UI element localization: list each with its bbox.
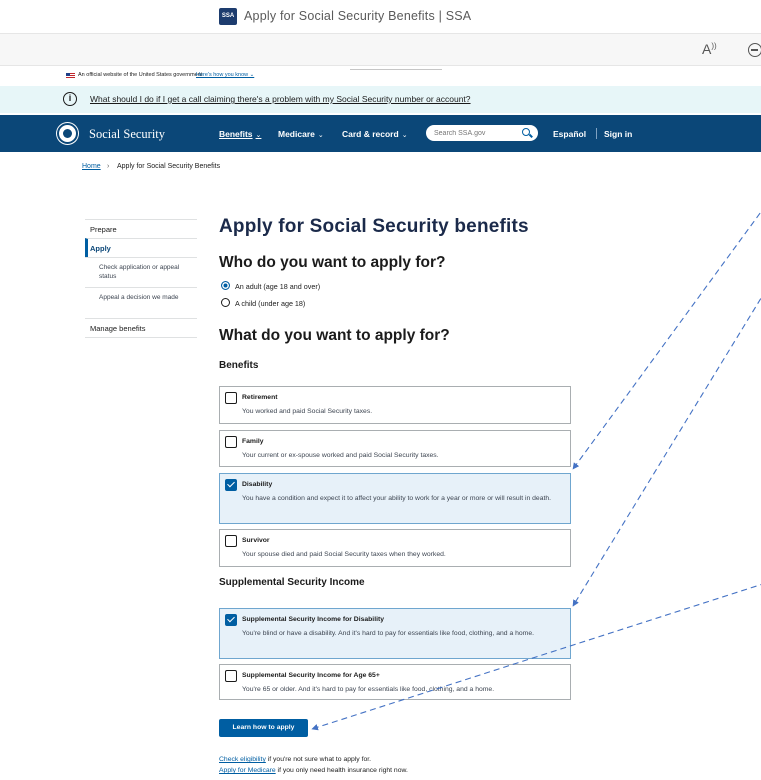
tile-description: You're 65 or older. And it's hard to pay… bbox=[242, 686, 495, 693]
sidenav-item-check-status[interactable]: Check application or appeal status bbox=[85, 257, 197, 287]
us-flag-icon bbox=[66, 73, 75, 79]
sidenav-item-apply[interactable]: Apply bbox=[85, 238, 197, 257]
footer-text: if you only need health insurance right … bbox=[275, 767, 408, 774]
tab-title[interactable]: Apply for Social Security Benefits | SSA bbox=[244, 9, 471, 23]
checkbox-family[interactable] bbox=[225, 436, 237, 448]
tile-title: Survivor bbox=[242, 537, 270, 544]
browser-tab-bar: SSA Apply for Social Security Benefits |… bbox=[0, 0, 761, 33]
arrow-to-disability bbox=[572, 210, 761, 470]
sidenav-item-prepare[interactable]: Prepare bbox=[85, 219, 197, 238]
checkbox-ssi-disability[interactable] bbox=[225, 614, 237, 626]
nav-divider bbox=[596, 128, 597, 139]
nav-item-label: Benefits bbox=[219, 129, 253, 139]
info-icon: i bbox=[63, 92, 77, 106]
footer-line-medicare: Apply for Medicare if you only need heal… bbox=[219, 767, 408, 774]
ssi-heading: Supplemental Security Income bbox=[219, 577, 365, 588]
scam-alert-link[interactable]: What should I do if I get a call claimin… bbox=[90, 94, 471, 104]
search-input[interactable] bbox=[434, 125, 514, 141]
radio-adult-label[interactable]: An adult (age 18 and over) bbox=[235, 282, 320, 291]
checkbox-tile-ssi-disability[interactable]: Supplemental Security Income for Disabil… bbox=[219, 608, 571, 659]
benefits-heading: Benefits bbox=[219, 360, 259, 371]
arrow-to-ssi-disability bbox=[572, 297, 761, 607]
nav-item-label: Medicare bbox=[278, 129, 315, 139]
gov-banner-text: An official website of the United States… bbox=[78, 72, 203, 78]
footer-text: if you're not sure what to apply for. bbox=[265, 756, 372, 763]
nav-item-label: Card & record bbox=[342, 129, 399, 139]
tile-description: You're blind or have a disability. And i… bbox=[242, 630, 535, 637]
nav-item-benefits[interactable]: Benefits ⌄ bbox=[219, 129, 261, 139]
what-heading: What do you want to apply for? bbox=[219, 327, 450, 344]
radio-child-label[interactable]: A child (under age 18) bbox=[235, 299, 305, 308]
check-eligibility-link[interactable]: Check eligibility bbox=[219, 756, 266, 763]
heres-how-you-know-link[interactable]: Here's how you know ⌄ bbox=[196, 72, 254, 78]
search-icon[interactable] bbox=[522, 128, 530, 136]
breadcrumb-home-link[interactable]: Home bbox=[82, 163, 101, 170]
apply-for-medicare-link[interactable]: Apply for Medicare bbox=[219, 767, 276, 774]
page-root: SSA Apply for Social Security Benefits |… bbox=[0, 0, 761, 780]
page-title: Apply for Social Security benefits bbox=[219, 216, 529, 237]
checkbox-tile-survivor[interactable]: Survivor Your spouse died and paid Socia… bbox=[219, 529, 571, 567]
tile-title: Supplemental Security Income for Disabil… bbox=[242, 616, 385, 623]
tile-description: Your current or ex-spouse worked and pai… bbox=[242, 452, 439, 459]
footer-line-eligibility: Check eligibility if you're not sure wha… bbox=[219, 756, 371, 763]
learn-how-to-apply-button[interactable]: Learn how to apply bbox=[219, 719, 308, 737]
chevron-down-icon: ⌄ bbox=[317, 132, 324, 139]
breadcrumb-current: Apply for Social Security Benefits bbox=[117, 163, 221, 170]
tile-title: Disability bbox=[242, 481, 273, 488]
ssa-favicon-icon: SSA bbox=[219, 8, 237, 25]
ssa-seal-icon[interactable] bbox=[57, 123, 78, 144]
checkbox-ssi-age-65[interactable] bbox=[225, 670, 237, 682]
radio-adult[interactable] bbox=[221, 281, 230, 290]
checkbox-tile-retirement[interactable]: Retirement You worked and paid Social Se… bbox=[219, 386, 571, 424]
tile-description: You worked and paid Social Security taxe… bbox=[242, 408, 373, 415]
browser-toolbar: A)) bbox=[0, 33, 761, 66]
checkbox-survivor[interactable] bbox=[225, 535, 237, 547]
tile-title: Family bbox=[242, 438, 264, 445]
tile-description: Your spouse died and paid Social Securit… bbox=[242, 551, 446, 558]
sidenav-item-manage[interactable]: Manage benefits bbox=[85, 318, 197, 338]
sidenav-item-appeal[interactable]: Appeal a decision we made bbox=[85, 287, 197, 318]
zoom-out-icon[interactable] bbox=[748, 43, 761, 57]
who-heading: Who do you want to apply for? bbox=[219, 254, 446, 271]
tile-title: Supplemental Security Income for Age 65+ bbox=[242, 672, 380, 679]
sign-in-link[interactable]: Sign in bbox=[604, 129, 632, 139]
checkbox-tile-family[interactable]: Family Your current or ex-spouse worked … bbox=[219, 430, 571, 467]
nav-item-card-record[interactable]: Card & record ⌄ bbox=[342, 129, 408, 139]
breadcrumb-separator-icon: › bbox=[107, 163, 110, 170]
nav-item-medicare[interactable]: Medicare ⌄ bbox=[278, 129, 324, 139]
espanol-link[interactable]: Español bbox=[553, 129, 586, 139]
site-logo-text[interactable]: Social Security bbox=[89, 127, 165, 142]
radio-child[interactable] bbox=[221, 298, 230, 307]
read-aloud-icon[interactable]: A)) bbox=[702, 41, 717, 57]
checkbox-tile-ssi-age-65[interactable]: Supplemental Security Income for Age 65+… bbox=[219, 664, 571, 700]
checkbox-disability[interactable] bbox=[225, 479, 237, 491]
tile-title: Retirement bbox=[242, 394, 278, 401]
checkbox-retirement[interactable] bbox=[225, 392, 237, 404]
checkbox-tile-disability[interactable]: Disability You have a condition and expe… bbox=[219, 473, 571, 524]
tile-description: You have a condition and expect it to af… bbox=[242, 495, 552, 502]
search-box bbox=[426, 125, 538, 141]
chevron-down-icon: ⌄ bbox=[401, 132, 408, 139]
chevron-down-icon: ⌄ bbox=[255, 132, 262, 139]
